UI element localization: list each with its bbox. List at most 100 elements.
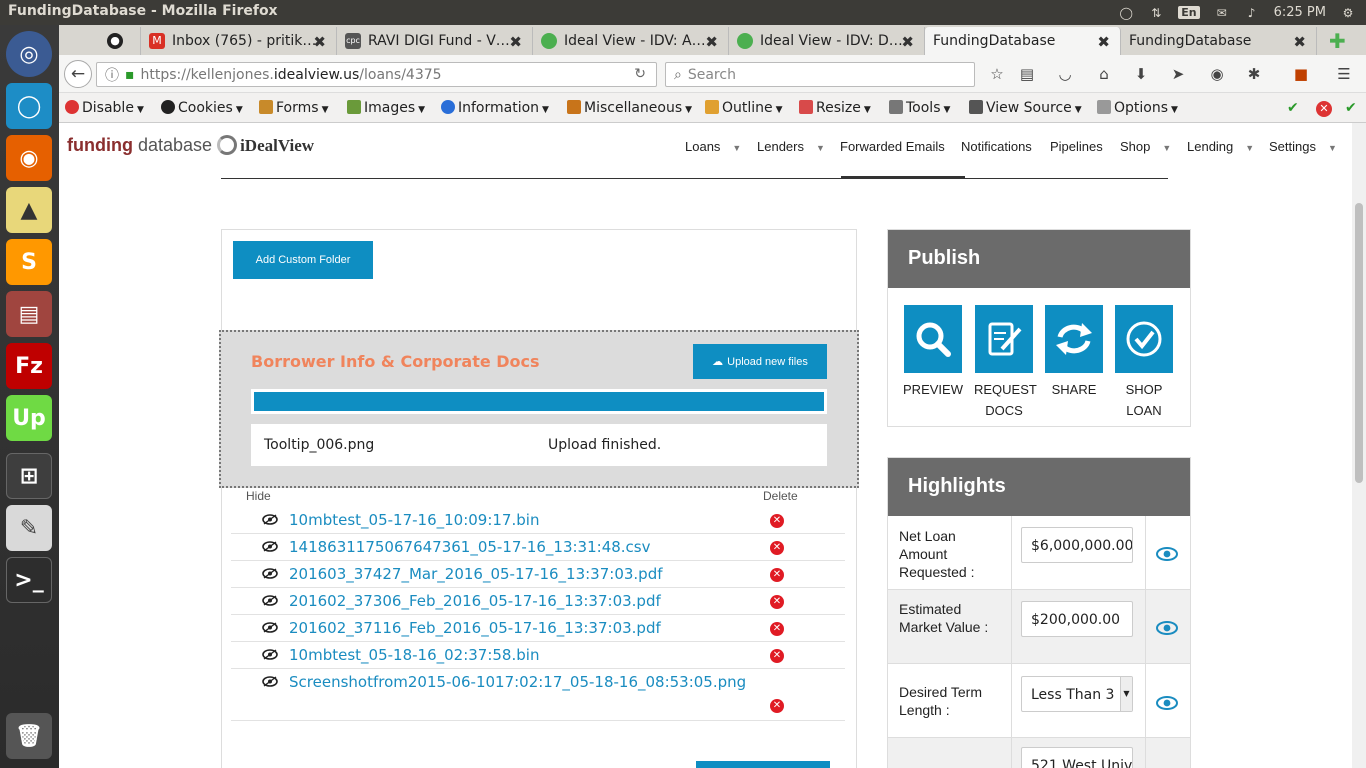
terminal-icon[interactable]: >_ (6, 557, 52, 603)
nav-forwarded-emails[interactable]: Forwarded Emails (840, 139, 945, 154)
file-link[interactable]: 201603_37427_Mar_2016_05-17-16_13:37:03.… (289, 565, 663, 583)
text-editor-icon[interactable]: ✎ (6, 505, 52, 551)
download-icon[interactable]: ⬇ (1131, 65, 1151, 83)
folder-dropzone[interactable]: Borrower Info & Corporate Docs ☁ Upload n… (219, 330, 859, 488)
error-icon[interactable]: ✕ (1316, 101, 1332, 117)
info-icon[interactable]: ⓘ (105, 65, 119, 85)
preview-action[interactable]: PREVIEW (903, 305, 963, 400)
bottom-action-button[interactable] (696, 761, 830, 768)
estimated-market-value-input[interactable]: $200,000.00 (1021, 601, 1133, 637)
workspace-switcher-icon[interactable]: ⊞ (6, 453, 52, 499)
visibility-eye-icon[interactable] (1156, 696, 1178, 710)
back-button[interactable]: ← (64, 60, 92, 88)
close-tab-icon[interactable]: ✖ (901, 33, 914, 51)
file-link[interactable]: 201602_37306_Feb_2016_05-17-16_13:37:03.… (289, 592, 661, 610)
delete-file-icon[interactable]: ✕ (770, 622, 784, 636)
delete-file-icon[interactable]: ✕ (770, 595, 784, 609)
search-input[interactable]: ⌕ Search (665, 62, 975, 87)
address-input[interactable]: 521 West Univ (1021, 747, 1133, 768)
color-picker-icon[interactable]: ◉ (1207, 65, 1227, 83)
delete-file-icon[interactable]: ✕ (770, 541, 784, 555)
ubuntu-dash-icon[interactable]: ◎ (6, 31, 52, 77)
close-tab-icon[interactable]: ✖ (509, 33, 522, 51)
request-docs-action[interactable]: REQUEST DOCS (974, 305, 1037, 421)
file-link[interactable]: Screenshotfrom2015-06-1017:02:17_05-18-1… (289, 673, 746, 691)
filezilla-icon[interactable]: Fz (6, 343, 52, 389)
shop-loan-action[interactable]: SHOP LOAN (1114, 305, 1174, 421)
close-tab-icon[interactable]: ✖ (313, 33, 326, 51)
visibility-eye-icon[interactable] (1156, 621, 1178, 635)
network-icon[interactable]: ⇅ (1148, 6, 1164, 20)
hide-eye-icon[interactable] (262, 622, 278, 633)
power-icon[interactable]: ⚙ (1340, 6, 1356, 20)
add-custom-folder-button[interactable]: Add Custom Folder (233, 241, 373, 279)
pocket-icon[interactable]: ◡ (1055, 65, 1075, 83)
delete-file-icon[interactable]: ✕ (770, 699, 784, 713)
files-icon[interactable]: ▤ (6, 291, 52, 337)
file-link[interactable]: 10mbtest_05-18-16_02:37:58.bin (289, 646, 539, 664)
clock[interactable]: 6:25 PM (1274, 5, 1326, 20)
extension-icon[interactable]: ✱ (1244, 65, 1264, 83)
nav-shop[interactable]: Shop ▼ (1120, 139, 1171, 154)
chat-icon[interactable]: ◯ (1118, 6, 1134, 20)
reading-list-icon[interactable]: ▤ (1017, 65, 1037, 83)
tab-ravi[interactable]: cpc RAVI DIGI Fund - V… ✖ (337, 27, 533, 55)
nav-loans[interactable]: Loans ▼ (685, 139, 741, 154)
tab-fundingdatabase-active[interactable]: FundingDatabase ✖ (925, 27, 1121, 55)
site-logo[interactable]: funding database iDealView (67, 135, 314, 156)
bookmark-star-icon[interactable]: ☆ (987, 65, 1007, 83)
close-tab-icon[interactable]: ✖ (1097, 33, 1110, 51)
delete-file-icon[interactable]: ✕ (770, 568, 784, 582)
hide-eye-icon[interactable] (262, 595, 278, 606)
share-action[interactable]: SHARE (1044, 305, 1104, 400)
upwork-icon[interactable]: Up (6, 395, 52, 441)
options-menu[interactable]: Options ▼ (1097, 100, 1178, 116)
file-link[interactable]: 201602_37116_Feb_2016_05-17-16_13:37:03.… (289, 619, 661, 637)
hide-eye-icon[interactable] (262, 568, 278, 579)
scrollbar-thumb[interactable] (1355, 203, 1363, 483)
chat-app-icon[interactable]: ◯ (6, 83, 52, 129)
disable-menu[interactable]: Disable ▼ (65, 100, 144, 116)
rhino-app-icon[interactable]: ▲ (6, 187, 52, 233)
delete-file-icon[interactable]: ✕ (770, 514, 784, 528)
upload-new-files-button[interactable]: ☁ Upload new files (693, 344, 827, 379)
close-tab-icon[interactable]: ✖ (705, 33, 718, 51)
hide-eye-icon[interactable] (262, 514, 278, 525)
close-tab-icon[interactable]: ✖ (1293, 33, 1306, 51)
hide-eye-icon[interactable] (262, 649, 278, 660)
tab-idv-a[interactable]: Ideal View - IDV: A… ✖ (533, 27, 729, 55)
nav-pipelines[interactable]: Pipelines (1050, 139, 1103, 154)
outline-menu[interactable]: Outline ▼ (705, 100, 783, 116)
reload-icon[interactable]: ↻ (634, 66, 646, 82)
nav-lending[interactable]: Lending ▼ (1187, 139, 1254, 154)
send-icon[interactable]: ➤ (1168, 65, 1188, 83)
tools-menu[interactable]: Tools ▼ (889, 100, 950, 116)
resize-menu[interactable]: Resize ▼ (799, 100, 871, 116)
file-link[interactable]: 1418631175067647361_05-17-16_13:31:48.cs… (289, 538, 651, 556)
hide-eye-icon[interactable] (262, 676, 278, 687)
tab-gmail[interactable]: M Inbox (765) - pritik… ✖ (141, 27, 337, 55)
forms-menu[interactable]: Forms ▼ (259, 100, 328, 116)
desired-term-select[interactable]: Less Than 3 ▼ (1021, 676, 1133, 712)
delete-file-icon[interactable]: ✕ (770, 649, 784, 663)
addon-icon[interactable]: ■ (1291, 65, 1311, 83)
view-source-menu[interactable]: View Source ▼ (969, 100, 1082, 116)
tab-github[interactable]: ● (99, 27, 141, 55)
tab-fundingdatabase[interactable]: FundingDatabase ✖ (1121, 27, 1317, 55)
keyboard-language[interactable]: En (1178, 6, 1200, 19)
trash-icon[interactable]: 🗑 (6, 713, 52, 759)
home-icon[interactable]: ⌂ (1094, 65, 1114, 83)
miscellaneous-menu[interactable]: Miscellaneous ▼ (567, 100, 692, 116)
js-valid-icon[interactable]: ✔ (1345, 100, 1357, 116)
images-menu[interactable]: Images ▼ (347, 100, 425, 116)
information-menu[interactable]: Information ▼ (441, 100, 549, 116)
css-valid-icon[interactable]: ✔ (1287, 100, 1299, 116)
file-link[interactable]: 10mbtest_05-17-16_10:09:17.bin (289, 511, 539, 529)
menu-icon[interactable]: ☰ (1334, 65, 1354, 83)
mail-icon[interactable]: ✉ (1214, 6, 1230, 20)
sublime-text-icon[interactable]: S (6, 239, 52, 285)
visibility-eye-icon[interactable] (1156, 547, 1178, 561)
hide-eye-icon[interactable] (262, 541, 278, 552)
tab-idv-d[interactable]: Ideal View - IDV: D… ✖ (729, 27, 925, 55)
new-tab-button[interactable]: ✚ (1321, 27, 1361, 55)
